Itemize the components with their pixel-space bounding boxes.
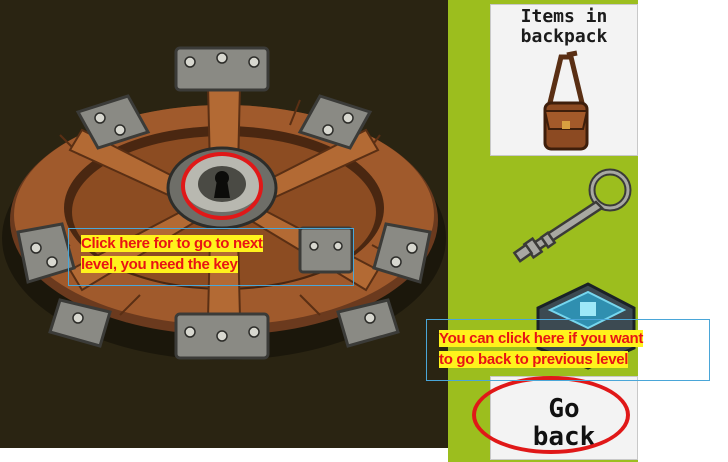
previous-level-annotation: You can click here if you want to go bac…: [426, 319, 710, 381]
right-margin: [638, 0, 728, 462]
previous-level-annotation-line-1: You can click here if you want: [439, 330, 644, 347]
next-level-annotation: Click here for to go to next level, you …: [68, 228, 354, 286]
next-level-annotation-line-1: Click here for to go to next: [81, 235, 263, 252]
go-back-button[interactable]: Go back: [490, 376, 638, 460]
game-scene: [0, 0, 448, 448]
key-icon[interactable]: [498, 162, 638, 272]
next-level-annotation-line-2: level, you need the key: [81, 256, 238, 273]
go-back-label: Go back: [532, 394, 596, 452]
backpack-panel: Items in backpack: [490, 4, 638, 156]
previous-level-annotation-line-2: to go back to previous level: [439, 351, 629, 368]
leather-bag-icon[interactable]: [491, 5, 639, 157]
hatch-illustration: [2, 46, 446, 360]
